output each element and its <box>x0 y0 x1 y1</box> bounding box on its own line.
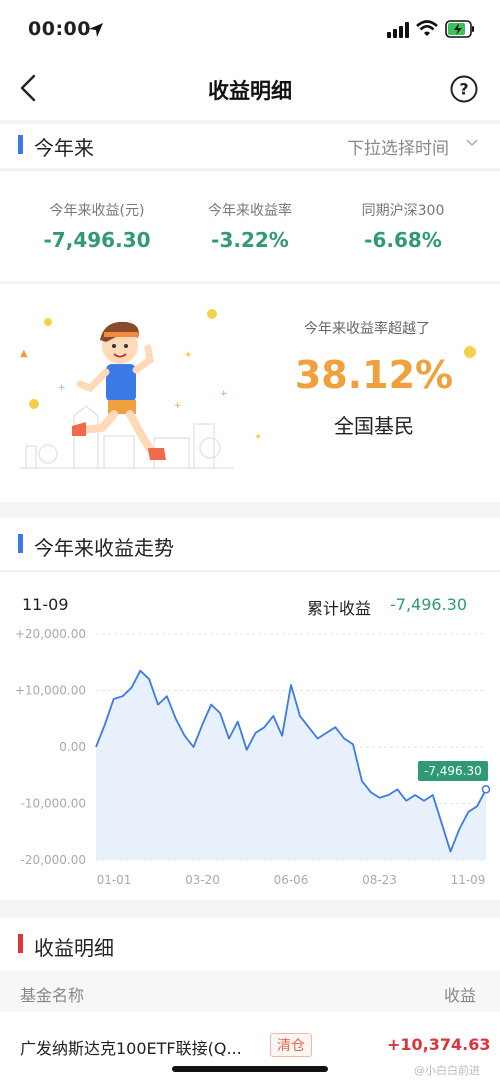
cellular-signal-icon <box>387 22 409 38</box>
cumulative-gain-value: -7,496.30 <box>390 595 468 614</box>
help-icon[interactable]: ? <box>450 75 478 103</box>
status-time: 00:00 <box>28 18 91 40</box>
chart-date-label: 11-09 <box>22 595 69 614</box>
svg-text:?: ? <box>459 80 468 99</box>
time-range-dropdown[interactable]: 下拉选择时间 <box>347 134 449 159</box>
column-header-gain: 收益 <box>444 986 477 1005</box>
detail-section-title: 收益明细 <box>34 936 114 960</box>
x-tick-label: 01-01 <box>97 873 132 887</box>
divider <box>0 571 500 572</box>
stat-value-ytd-gain: -7,496.30 <box>43 228 151 252</box>
location-arrow-icon <box>89 23 103 37</box>
section-accent-bar <box>18 534 23 553</box>
x-tick-label: 08-23 <box>362 873 397 887</box>
home-indicator[interactable] <box>172 1066 328 1072</box>
column-header-fund-name: 基金名称 <box>20 986 85 1005</box>
watermark: @小白白前进 <box>414 1064 480 1077</box>
runner-illustration: ▲ ✦ ✦ + + + <box>20 309 262 469</box>
status-badge: 清仓 <box>270 1033 312 1057</box>
beat-label: 今年来收益率超越了 <box>304 321 430 337</box>
fund-name: 广发纳斯达克100ETF联接(Q... <box>20 1039 242 1058</box>
y-tick-label: -20,000.00 <box>21 853 86 867</box>
beat-value: 38.12% <box>294 353 454 397</box>
page-title: 收益明细 <box>208 79 292 103</box>
stat-label-ytd-rate: 今年来收益率 <box>208 203 292 219</box>
svg-text:+: + <box>58 383 66 393</box>
cumulative-gain-label: 累计收益 <box>307 599 372 618</box>
trend-section-title: 今年来收益走势 <box>34 536 174 560</box>
section-accent-bar <box>18 934 23 953</box>
x-tick-label: 06-06 <box>274 873 309 887</box>
stat-value-ytd-rate: -3.22% <box>211 228 289 252</box>
chevron-down-icon[interactable] <box>465 138 479 148</box>
section-accent-bar <box>18 135 23 154</box>
stat-label-ytd-gain: 今年来收益(元) <box>49 203 145 219</box>
ytd-stats-card <box>0 171 500 281</box>
svg-text:✦: ✦ <box>184 350 192 361</box>
battery-charging-icon <box>445 20 474 38</box>
svg-text:✦: ✦ <box>254 432 262 443</box>
divider <box>0 170 500 171</box>
y-tick-label: 0.00 <box>59 740 86 754</box>
svg-text:▲: ▲ <box>20 348 28 359</box>
stat-label-hs300: 同期沪深300 <box>361 203 445 219</box>
x-tick-label: 03-20 <box>185 873 220 887</box>
last-value-tag: -7,496.30 <box>418 761 488 781</box>
coin-icon <box>464 346 476 358</box>
beat-sub: 全国基民 <box>334 414 414 438</box>
wifi-icon <box>416 20 438 36</box>
trend-chart[interactable]: +20,000.00 +10,000.00 0.00 -10,000.00 -20,00… <box>0 622 500 892</box>
svg-text:+: + <box>220 389 228 399</box>
y-tick-label: +20,000.00 <box>15 627 86 641</box>
y-tick-label: -10,000.00 <box>21 797 86 811</box>
last-point-marker <box>481 785 491 794</box>
x-tick-label: 11-09 <box>451 873 486 887</box>
fund-gain: +10,374.63 <box>387 1035 491 1054</box>
stat-value-hs300: -6.68% <box>364 228 442 252</box>
svg-text:+: + <box>174 401 182 411</box>
y-tick-label: +10,000.00 <box>15 684 86 698</box>
ytd-section-title: 今年来 <box>34 136 94 160</box>
